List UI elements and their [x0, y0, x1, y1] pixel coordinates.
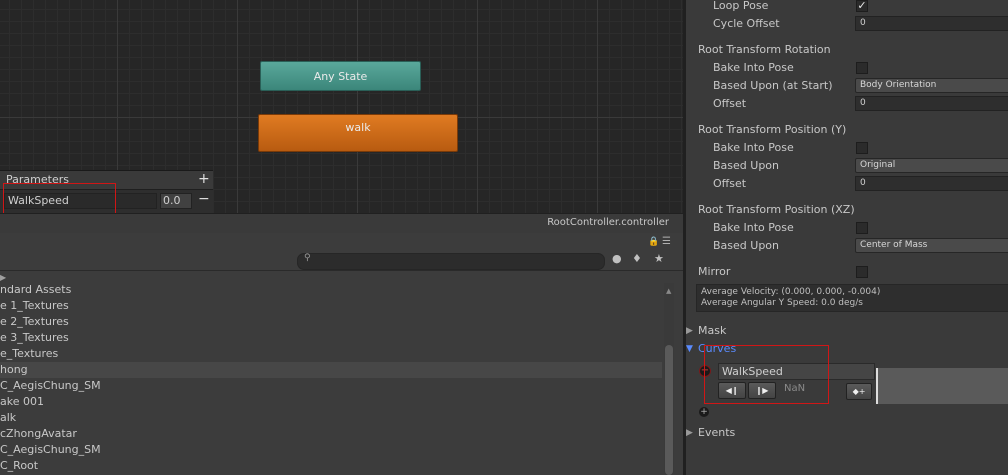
controller-name: RootController.controller [547, 217, 669, 228]
average-velocity-text: Average Velocity: (0.000, 0.000, -0.004) [701, 287, 881, 297]
rotation-bake-label: Bake Into Pose [713, 61, 794, 74]
curve-preview[interactable] [876, 368, 1008, 404]
list-item[interactable]: C_AegisChung_SM [0, 442, 662, 458]
list-item[interactable]: e 3_Textures [0, 330, 662, 346]
highlight-box [704, 345, 829, 404]
mirror-label: Mirror [698, 265, 731, 278]
search-icon: ⚲ [304, 253, 311, 263]
animator-graph[interactable]: Any State walk Parameters + WalkSpeed 0.… [0, 0, 683, 213]
average-angular-speed-text: Average Angular Y Speed: 0.0 deg/s [701, 298, 863, 308]
menu-icon[interactable]: ☰ [662, 236, 671, 247]
lock-icon[interactable]: 🔒 [648, 237, 659, 247]
info-box: Average Velocity: (0.000, 0.000, -0.004)… [696, 284, 1008, 312]
list-item[interactable]: C_AegisChung_SM [0, 378, 662, 394]
project-search-bar: ⚲ ● ♦ ★ [0, 250, 683, 271]
loop-pose-label: Loop Pose [713, 0, 769, 12]
minus-icon[interactable]: − [198, 191, 210, 207]
filter-type-icon[interactable]: ● [612, 252, 622, 265]
rotation-offset-field[interactable]: 0 [855, 96, 1008, 111]
filter-label-icon[interactable]: ♦ [632, 252, 642, 265]
position-y-offset-field[interactable]: 0 [855, 176, 1008, 191]
list-item[interactable]: alk [0, 410, 662, 426]
list-item[interactable]: C_Root [0, 458, 662, 474]
scroll-up-icon[interactable]: ▲ [666, 287, 671, 295]
controller-status-bar: RootController.controller [0, 213, 683, 234]
walk-state-label: walk [345, 121, 371, 134]
list-item[interactable]: ndard Assets [0, 282, 662, 298]
position-y-based-dropdown[interactable]: Original [855, 158, 1008, 173]
mask-foldout-icon[interactable]: ▶ [686, 326, 693, 336]
position-y-bake-checkbox[interactable] [856, 142, 868, 154]
list-item[interactable]: e 1_Textures [0, 298, 662, 314]
position-y-based-label: Based Upon [713, 159, 779, 172]
parameter-value-field[interactable]: 0.0 [160, 193, 192, 209]
plus-icon[interactable]: + [198, 171, 210, 187]
cycle-offset-label: Cycle Offset [713, 17, 780, 30]
position-xz-bake-label: Bake Into Pose [713, 221, 794, 234]
add-curve-icon[interactable]: + [699, 407, 709, 417]
events-foldout[interactable]: Events [698, 426, 735, 439]
walk-state-node[interactable]: walk [258, 114, 458, 152]
position-xz-based-dropdown[interactable]: Center of Mass [855, 238, 1008, 253]
position-xz-based-label: Based Upon [713, 239, 779, 252]
project-panel: 🔒 ☰ ⚲ ● ♦ ★ ▶ ndard Assets e 1_Textures … [0, 233, 683, 475]
list-item[interactable]: e_Textures [0, 346, 662, 362]
rotation-based-label: Based Upon (at Start) [713, 79, 833, 92]
position-y-bake-label: Bake Into Pose [713, 141, 794, 154]
inspector-panel: Loop Pose ✓ Cycle Offset 0 Root Transfor… [686, 0, 1008, 475]
events-foldout-icon[interactable]: ▶ [686, 428, 693, 438]
list-item[interactable]: ake 001 [0, 394, 662, 410]
loop-pose-checkbox[interactable]: ✓ [856, 0, 868, 12]
star-icon[interactable]: ★ [654, 252, 664, 265]
any-state-node[interactable]: Any State [260, 61, 421, 91]
search-input[interactable] [297, 253, 605, 270]
root-rotation-title: Root Transform Rotation [698, 43, 831, 56]
list-item[interactable]: e 2_Textures [0, 314, 662, 330]
mirror-checkbox[interactable] [856, 266, 868, 278]
tree-expand-icon[interactable]: ▶ [0, 273, 6, 282]
root-position-xz-title: Root Transform Position (XZ) [698, 203, 855, 216]
position-y-offset-label: Offset [713, 177, 747, 190]
mask-foldout[interactable]: Mask [698, 324, 726, 337]
project-toolbar: 🔒 ☰ [0, 233, 683, 249]
curves-foldout-icon[interactable]: ▼ [686, 344, 693, 354]
list-item[interactable]: cZhongAvatar [0, 426, 662, 442]
scrollbar-thumb[interactable] [665, 345, 673, 475]
highlight-box [3, 183, 116, 213]
cycle-offset-field[interactable]: 0 [855, 16, 1008, 31]
rotation-based-dropdown[interactable]: Body Orientation [855, 78, 1008, 93]
root-position-y-title: Root Transform Position (Y) [698, 123, 847, 136]
rotation-offset-label: Offset [713, 97, 747, 110]
add-key-button[interactable]: ◆+ [846, 383, 872, 400]
rotation-bake-checkbox[interactable] [856, 62, 868, 74]
list-item[interactable]: hong [0, 362, 662, 378]
position-xz-bake-checkbox[interactable] [856, 222, 868, 234]
any-state-label: Any State [313, 69, 368, 83]
add-key-icon: ◆+ [852, 387, 866, 396]
